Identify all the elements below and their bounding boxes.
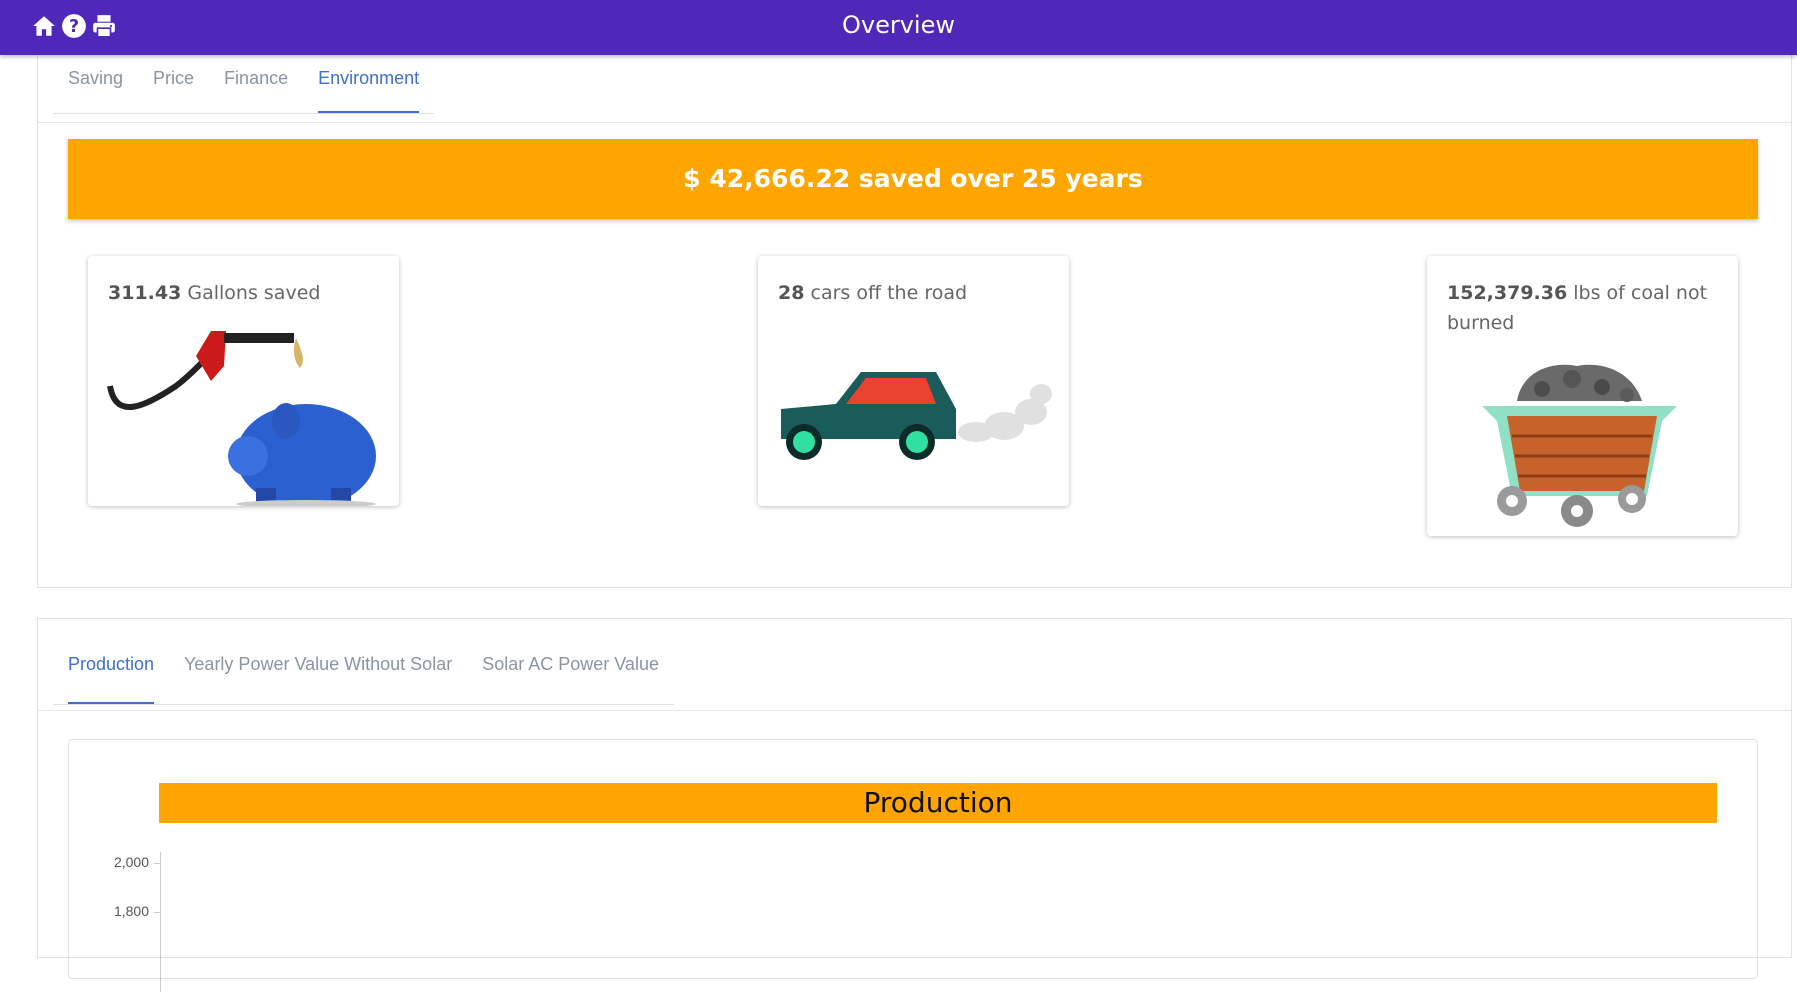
- page-title: Overview: [842, 11, 955, 39]
- y-tick-mark: [154, 863, 160, 864]
- tab-production[interactable]: Production: [53, 654, 169, 704]
- production-chart: Production 2,000 1,800: [68, 739, 1758, 992]
- gallons-saved-label: 311.43 Gallons saved: [108, 282, 321, 304]
- top-app-bar: ? Overview: [0, 0, 1797, 55]
- chart-tab-divider: [38, 710, 1791, 711]
- tab-finance[interactable]: Finance: [209, 68, 303, 113]
- environment-panel: Saving Price Finance Environment $ 42,66…: [37, 40, 1792, 588]
- y-tick-label: 2,000: [113, 854, 149, 870]
- tab-price[interactable]: Price: [138, 68, 209, 113]
- y-tick-label: 1,800: [113, 903, 149, 919]
- car-exhaust-icon: [781, 372, 1052, 460]
- tab-divider: [38, 122, 1791, 123]
- tab-solar-ac-power-value[interactable]: Solar AC Power Value: [467, 654, 674, 704]
- piggy-bank-fuel-icon: [107, 331, 376, 506]
- coal-not-burned-card: 152,379.36 lbs of coal not burned: [1427, 256, 1738, 536]
- tab-yearly-power-value[interactable]: Yearly Power Value Without Solar: [169, 654, 467, 704]
- tab-environment[interactable]: Environment: [303, 68, 434, 113]
- y-axis-line: [160, 852, 161, 992]
- cars-off-road-label: 28 cars off the road: [778, 282, 968, 304]
- cars-off-road-card: 28 cars off the road: [758, 256, 1069, 506]
- savings-tab-bar: Saving Price Finance Environment: [53, 68, 435, 114]
- production-panel: Production Yearly Power Value Without So…: [37, 618, 1792, 992]
- gallons-saved-card: 311.43 Gallons saved: [88, 256, 399, 506]
- chart-tab-bar: Production Yearly Power Value Without So…: [53, 654, 674, 705]
- y-tick-mark: [154, 912, 160, 913]
- tab-saving[interactable]: Saving: [53, 68, 138, 113]
- chart-title: Production: [159, 783, 1717, 823]
- coal-not-burned-label: 152,379.36 lbs of coal not burned: [1447, 282, 1708, 334]
- coal-cart-icon: [1482, 364, 1677, 527]
- savings-banner: $ 42,666.22 saved over 25 years: [68, 139, 1758, 219]
